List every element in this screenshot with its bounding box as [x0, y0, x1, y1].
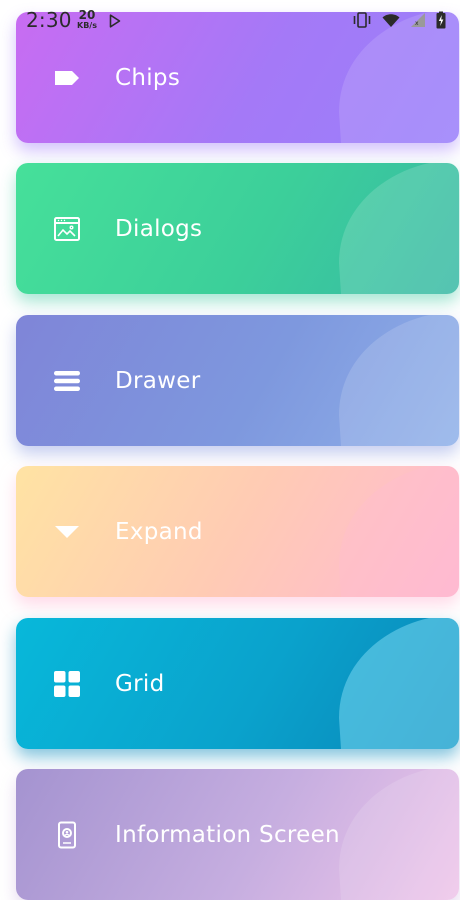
wifi-icon: [382, 13, 400, 28]
menu-item-expand[interactable]: Expand: [16, 466, 459, 597]
vibrate-icon: [352, 12, 372, 28]
svg-text:x: x: [415, 20, 419, 27]
menu-item-label: Drawer: [115, 367, 201, 394]
phone-screen-icon: [52, 820, 82, 850]
menu-item-label: Expand: [115, 518, 203, 545]
decorative-wave: [339, 163, 459, 294]
network-speed-unit: KB/s: [77, 21, 97, 30]
network-speed-value: 20: [78, 8, 96, 22]
battery-icon: [436, 11, 446, 29]
browser-window-icon: [52, 214, 82, 244]
decorative-wave: [339, 466, 459, 597]
grid-icon: [52, 669, 82, 699]
menu-item-dialogs[interactable]: Dialogs: [16, 163, 459, 294]
menu-lines-icon: [52, 366, 82, 396]
play-store-icon: [109, 13, 121, 28]
cell-signal-icon: x: [410, 12, 426, 28]
decorative-wave: [339, 618, 459, 749]
menu-list: Chips Dialogs Drawer Expand Grid Informa…: [0, 0, 460, 900]
menu-item-grid[interactable]: Grid: [16, 618, 459, 749]
status-bar: 2:30 20 KB/s x: [0, 0, 460, 40]
menu-item-drawer[interactable]: Drawer: [16, 315, 459, 446]
decorative-wave: [339, 315, 459, 446]
menu-item-label: Chips: [115, 64, 181, 91]
menu-item-label: Grid: [115, 670, 165, 697]
network-speed-indicator: 20 KB/s: [76, 9, 98, 30]
status-time: 2:30: [26, 8, 72, 32]
menu-item-label: Dialogs: [115, 215, 203, 242]
menu-item-label: Information Screen: [115, 821, 340, 848]
label-tag-icon: [52, 63, 82, 93]
menu-item-information-screen[interactable]: Information Screen: [16, 769, 459, 900]
decorative-wave: [339, 769, 459, 900]
status-icons: x: [352, 10, 446, 30]
app-screen: Chips Dialogs Drawer Expand Grid Informa…: [0, 0, 460, 900]
dropdown-triangle-icon: [52, 517, 82, 547]
